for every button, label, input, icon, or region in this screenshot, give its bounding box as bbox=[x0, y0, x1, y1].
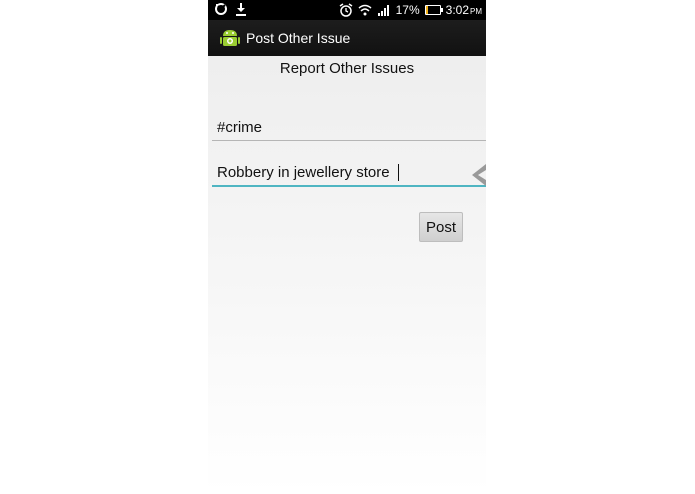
clock-ampm: PM bbox=[470, 7, 482, 16]
battery-icon bbox=[424, 5, 443, 15]
android-icon bbox=[220, 30, 240, 46]
action-bar: Post Other Issue bbox=[208, 20, 486, 56]
post-button[interactable]: Post bbox=[419, 212, 463, 242]
text-cursor bbox=[398, 164, 399, 181]
status-bar: 17% 3:02PM bbox=[208, 0, 486, 20]
phone-screen: 17% 3:02PM Post Other Issue Report Other… bbox=[208, 0, 486, 494]
wifi-icon bbox=[358, 4, 372, 16]
alarm-icon bbox=[339, 3, 353, 17]
issue-description-input[interactable] bbox=[212, 159, 486, 187]
clock-time: 3:02 bbox=[445, 3, 469, 17]
download-icon bbox=[236, 3, 246, 16]
sync-icon bbox=[215, 3, 227, 15]
chevron-left-icon[interactable] bbox=[472, 164, 486, 186]
signal-icon bbox=[377, 5, 389, 16]
clock: 3:02PM bbox=[446, 3, 482, 17]
hashtag-input[interactable] bbox=[212, 114, 486, 141]
battery-level bbox=[425, 6, 429, 14]
app-title: Post Other Issue bbox=[246, 30, 351, 46]
battery-percent: 17% bbox=[395, 3, 420, 17]
page-heading: Report Other Issues bbox=[279, 60, 415, 77]
